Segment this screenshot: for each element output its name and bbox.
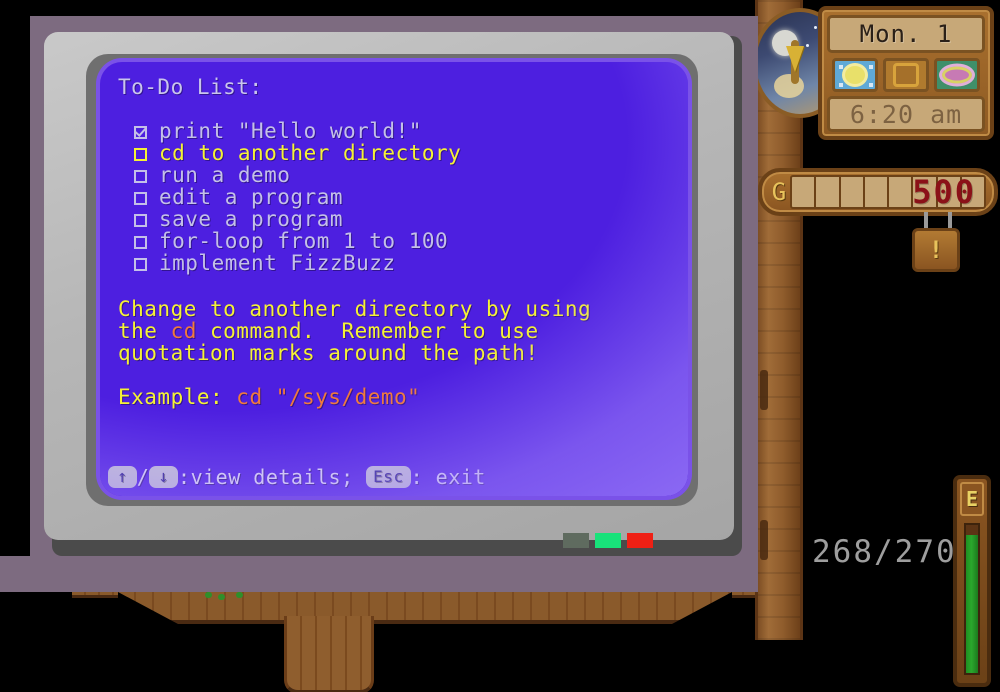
monitor-base bbox=[0, 556, 758, 592]
terminal-content: To-Do List: print "Hello world!" cd to an… bbox=[100, 62, 688, 496]
todo-item[interactable]: for-loop from 1 to 100 bbox=[118, 230, 670, 252]
arrow-up-key[interactable]: ↑ bbox=[108, 466, 137, 488]
energy-track bbox=[964, 523, 980, 675]
hint-line-2-post: command. Remember to use bbox=[196, 319, 539, 343]
game-scene: Mon. 1 6:20 am G 500 ! E 268/270 To-Do L… bbox=[0, 0, 1000, 692]
hint-keyword-cd: cd bbox=[170, 319, 197, 343]
star-icon bbox=[806, 44, 809, 47]
energy-fill bbox=[966, 535, 978, 673]
hint-block: Change to another directory by using the… bbox=[118, 298, 670, 364]
item-ring-icon bbox=[934, 58, 980, 92]
checkbox-icon[interactable] bbox=[134, 214, 147, 227]
todo-item[interactable]: edit a program bbox=[118, 186, 670, 208]
page-title: To-Do List: bbox=[118, 75, 263, 99]
example-command: cd "/sys/demo" bbox=[236, 385, 421, 409]
todo-item-label: implement FizzBuzz bbox=[159, 251, 396, 275]
todo-item[interactable]: save a program bbox=[118, 208, 670, 230]
dial-pointer-icon bbox=[786, 46, 804, 72]
energy-label: E bbox=[960, 482, 984, 516]
season-medallion-icon bbox=[883, 58, 929, 92]
indicator-leds bbox=[563, 533, 653, 548]
todo-list: print "Hello world!" cd to another direct… bbox=[118, 120, 670, 274]
todo-item[interactable]: implement FizzBuzz bbox=[118, 252, 670, 274]
hint-line-2: the cd command. Remember to use bbox=[118, 320, 670, 342]
todo-item-label: print "Hello world!" bbox=[159, 119, 422, 143]
esc-key[interactable]: Esc bbox=[366, 466, 411, 488]
sun-icon bbox=[774, 74, 804, 98]
todo-item[interactable]: run a demo bbox=[118, 164, 670, 186]
plant-sprig bbox=[236, 592, 243, 598]
led-off bbox=[563, 533, 589, 548]
gold-currency-symbol: G bbox=[771, 178, 787, 206]
hint-line-2-pre: the bbox=[118, 319, 171, 343]
weather-sunny-icon bbox=[832, 58, 878, 92]
terminal-screen[interactable]: To-Do List: print "Hello world!" cd to an… bbox=[100, 62, 688, 496]
todo-item-label: run a demo bbox=[159, 163, 291, 187]
pillar-knot bbox=[760, 370, 768, 410]
gold-counter: G 500 bbox=[758, 168, 998, 216]
todo-item-label: save a program bbox=[159, 207, 344, 231]
todo-item-label: edit a program bbox=[159, 185, 344, 209]
checkbox-icon[interactable] bbox=[134, 192, 147, 205]
pillar-knot bbox=[760, 520, 768, 560]
status-exit-action: : exit bbox=[410, 465, 486, 489]
led-green[interactable] bbox=[595, 533, 621, 548]
desk-leg bbox=[284, 616, 374, 692]
hud-time: 6:20 am bbox=[827, 96, 985, 132]
hint-line-1: Change to another directory by using bbox=[118, 297, 592, 321]
status-bar: ↑ / ↓ :view details; Esc : exit bbox=[108, 466, 486, 488]
todo-item-label: for-loop from 1 to 100 bbox=[159, 229, 449, 253]
plant-sprig bbox=[205, 592, 212, 598]
hud-date: Mon. 1 bbox=[827, 15, 985, 53]
status-view-action: :view details; bbox=[178, 465, 367, 489]
todo-item-label: cd to another directory bbox=[159, 141, 462, 165]
health-readout: 268/270 bbox=[812, 534, 957, 570]
example-label: Example: bbox=[118, 385, 237, 409]
exclamation-sign-icon[interactable]: ! bbox=[912, 228, 960, 272]
checkbox-checked-icon[interactable] bbox=[134, 126, 147, 139]
todo-item[interactable]: cd to another directory bbox=[118, 142, 670, 164]
arrow-down-key[interactable]: ↓ bbox=[149, 466, 179, 488]
gold-amount: 500 bbox=[912, 173, 976, 211]
checkbox-icon[interactable] bbox=[134, 236, 147, 249]
hint-line-3: quotation marks around the path! bbox=[118, 341, 539, 365]
checkbox-icon[interactable] bbox=[134, 148, 147, 161]
checkbox-icon[interactable] bbox=[134, 258, 147, 271]
hud-clock-panel: Mon. 1 6:20 am bbox=[818, 6, 994, 140]
energy-meter: E bbox=[953, 475, 991, 687]
hud-icon-row bbox=[827, 58, 985, 92]
status-separator: / bbox=[136, 465, 150, 489]
checkbox-icon[interactable] bbox=[134, 170, 147, 183]
star-icon bbox=[814, 26, 817, 29]
todo-item[interactable]: print "Hello world!" bbox=[118, 120, 670, 142]
example-block: Example: cd "/sys/demo" bbox=[118, 386, 670, 408]
plant-sprig bbox=[218, 594, 225, 600]
led-red[interactable] bbox=[627, 533, 653, 548]
